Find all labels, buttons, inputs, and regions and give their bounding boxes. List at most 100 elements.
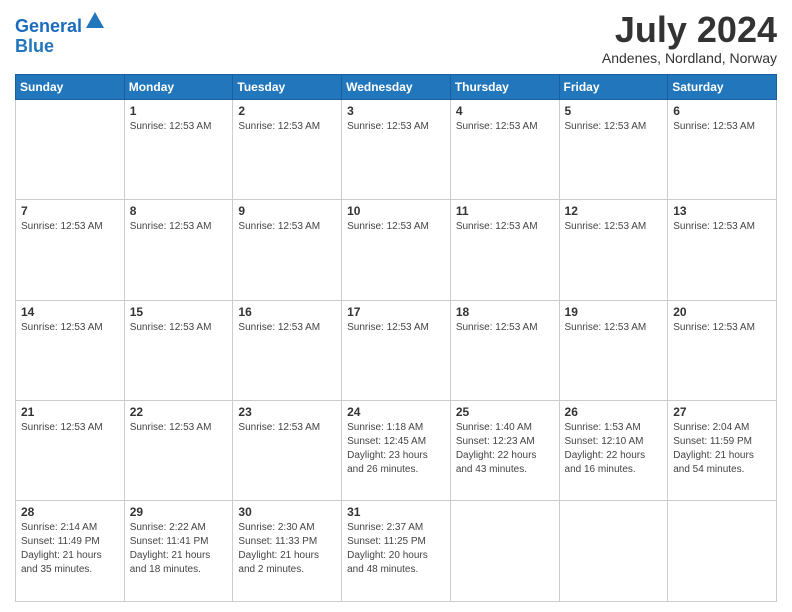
calendar-cell: 18 Sunrise: 12:53 AM	[450, 300, 559, 400]
calendar-week-row: 7 Sunrise: 12:53 AM 8 Sunrise: 12:53 AM 9 Sun…	[16, 200, 777, 300]
calendar-cell: 26 Sunrise: 1:53 AMSunset: 12:10 AMDaylig…	[559, 401, 668, 501]
calendar-cell: 15Sunrise: 12:53 AM	[124, 300, 233, 400]
calendar-cell: 27 Sunrise: 2:04 AMSunset: 11:59 PMDaylig…	[668, 401, 777, 501]
calendar-cell: 23Sunrise: 12:53 AM	[233, 401, 342, 501]
calendar-cell: 14 Sunrise: 12:53 AM	[16, 300, 125, 400]
day-number: 29	[130, 505, 228, 519]
day-number: 10	[347, 204, 445, 218]
calendar-week-row: 14Sunrise: 12:53 AM15Sunrise: 12:53 AM16…	[16, 300, 777, 400]
calendar-cell: 5Sunrise: 12:53 AM	[559, 99, 668, 199]
day-number: 4	[456, 104, 554, 118]
calendar-cell: 21 Sunrise: 12:53 AM	[16, 401, 125, 501]
calendar-cell: 9 Sunrise: 12:53 AM	[233, 200, 342, 300]
logo-icon	[84, 10, 106, 32]
day-number: 8	[130, 204, 228, 218]
day-info: Sunrise: 12:53 AM	[238, 321, 336, 335]
day-info: Sunrise: 12:53 AM	[347, 220, 445, 234]
day-number: 19	[565, 305, 663, 319]
day-info: Sunrise: 12:53 AM	[347, 120, 445, 134]
logo-blue: Blue	[15, 37, 106, 57]
day-number: 14	[21, 305, 119, 319]
day-info: Sunrise: 12:53 AM	[130, 321, 228, 335]
calendar-table: Sunday Monday Tuesday Wednesday Thursday…	[15, 74, 777, 602]
calendar-cell: 1 Sunrise: 12:53 AM	[124, 99, 233, 199]
calendar-cell: 30 Sunrise: 2:30 AMSunset: 11:33 PMDaylig…	[233, 501, 342, 602]
day-info: Sunrise: 12:53 AM	[565, 220, 663, 234]
logo: General Blue	[15, 14, 106, 57]
day-info: Sunrise: 12:53 AM	[238, 120, 336, 134]
calendar-cell: 19 Sunrise: 12:53 AM	[559, 300, 668, 400]
day-info: Sunrise: 12:53 AM	[21, 421, 119, 435]
calendar-cell	[16, 99, 125, 199]
day-info: Sunrise: 12:53 AM	[21, 321, 119, 335]
day-number: 30	[238, 505, 336, 519]
calendar-cell: 16Sunrise: 12:53 AM	[233, 300, 342, 400]
day-info: Sunrise: 12:53 AM	[238, 220, 336, 234]
logo-general: General	[15, 16, 82, 36]
location: Andenes, Nordland, Norway	[602, 50, 777, 66]
calendar-week-row: 1Sunrise: 12:53 AM2Sunrise: 12:53 AM3Sun…	[16, 99, 777, 199]
day-info: Sunrise: 12:53 AM	[673, 120, 771, 134]
day-number: 31	[347, 505, 445, 519]
day-info: Sunrise: 2:14 AMSunset: 11:49 PMDaylight…	[21, 521, 119, 577]
day-number: 24	[347, 405, 445, 419]
day-number: 22	[130, 405, 228, 419]
calendar-cell: 22 Sunrise: 12:53 AM	[124, 401, 233, 501]
day-info: Sunrise: 12:53 AM	[673, 220, 771, 234]
calendar-cell: 24 Sunrise: 1:18 AMSunset: 12:45 AMDaylig…	[342, 401, 451, 501]
calendar-cell: 17 Sunrise: 12:53 AM	[342, 300, 451, 400]
col-saturday: Saturday	[668, 74, 777, 99]
day-info: Sunrise: 12:53 AM	[347, 321, 445, 335]
calendar-cell: 12 Sunrise: 12:53 AM	[559, 200, 668, 300]
day-number: 12	[565, 204, 663, 218]
day-info: Sunrise: 12:53 AM	[130, 120, 228, 134]
calendar-week-row: 28 Sunrise: 2:14 AMSunset: 11:49 PMDaylig…	[16, 501, 777, 602]
day-info: Sunrise: 1:18 AMSunset: 12:45 AMDaylight…	[347, 421, 445, 477]
day-info: Sunrise: 2:30 AMSunset: 11:33 PMDaylight…	[238, 521, 336, 577]
day-number: 11	[456, 204, 554, 218]
day-info: Sunrise: 12:53 AM	[130, 220, 228, 234]
calendar-cell: 3Sunrise: 12:53 AM	[342, 99, 451, 199]
day-number: 13	[673, 204, 771, 218]
calendar-cell: 7 Sunrise: 12:53 AM	[16, 200, 125, 300]
calendar-cell: 20Sunrise: 12:53 AM	[668, 300, 777, 400]
calendar-header-row: Sunday Monday Tuesday Wednesday Thursday…	[16, 74, 777, 99]
day-number: 17	[347, 305, 445, 319]
calendar-cell: 28 Sunrise: 2:14 AMSunset: 11:49 PMDaylig…	[16, 501, 125, 602]
day-number: 25	[456, 405, 554, 419]
day-number: 21	[21, 405, 119, 419]
col-friday: Friday	[559, 74, 668, 99]
day-number: 27	[673, 405, 771, 419]
col-sunday: Sunday	[16, 74, 125, 99]
day-number: 7	[21, 204, 119, 218]
day-info: Sunrise: 12:53 AM	[21, 220, 119, 234]
day-number: 9	[238, 204, 336, 218]
col-monday: Monday	[124, 74, 233, 99]
calendar-cell	[450, 501, 559, 602]
calendar-week-row: 21 Sunrise: 12:53 AM 22 Sunrise: 12:53 AM 23…	[16, 401, 777, 501]
col-wednesday: Wednesday	[342, 74, 451, 99]
day-info: Sunrise: 12:53 AM	[565, 321, 663, 335]
day-info: Sunrise: 2:22 AMSunset: 11:41 PMDaylight…	[130, 521, 228, 577]
day-info: Sunrise: 12:53 AM	[456, 321, 554, 335]
calendar-cell	[559, 501, 668, 602]
calendar-cell: 13 Sunrise: 12:53 AM	[668, 200, 777, 300]
day-info: Sunrise: 12:53 AM	[565, 120, 663, 134]
day-info: Sunrise: 2:37 AMSunset: 11:25 PMDaylight…	[347, 521, 445, 577]
calendar-cell: 11Sunrise: 12:53 AM	[450, 200, 559, 300]
calendar-cell: 25 Sunrise: 1:40 AMSunset: 12:23 AMDaylig…	[450, 401, 559, 501]
day-number: 28	[21, 505, 119, 519]
page: General Blue July 2024 Andenes, Nordland…	[0, 0, 792, 612]
day-number: 6	[673, 104, 771, 118]
col-tuesday: Tuesday	[233, 74, 342, 99]
calendar-cell: 10 Sunrise: 12:53 AM	[342, 200, 451, 300]
day-info: Sunrise: 1:40 AMSunset: 12:23 AMDaylight…	[456, 421, 554, 477]
calendar-cell: 2Sunrise: 12:53 AM	[233, 99, 342, 199]
header: General Blue July 2024 Andenes, Nordland…	[15, 10, 777, 66]
day-number: 1	[130, 104, 228, 118]
day-info: Sunrise: 12:53 AM	[130, 421, 228, 435]
day-info: Sunrise: 2:04 AMSunset: 11:59 PMDaylight…	[673, 421, 771, 477]
day-number: 26	[565, 405, 663, 419]
day-number: 18	[456, 305, 554, 319]
day-info: Sunrise: 1:53 AMSunset: 12:10 AMDaylight…	[565, 421, 663, 477]
